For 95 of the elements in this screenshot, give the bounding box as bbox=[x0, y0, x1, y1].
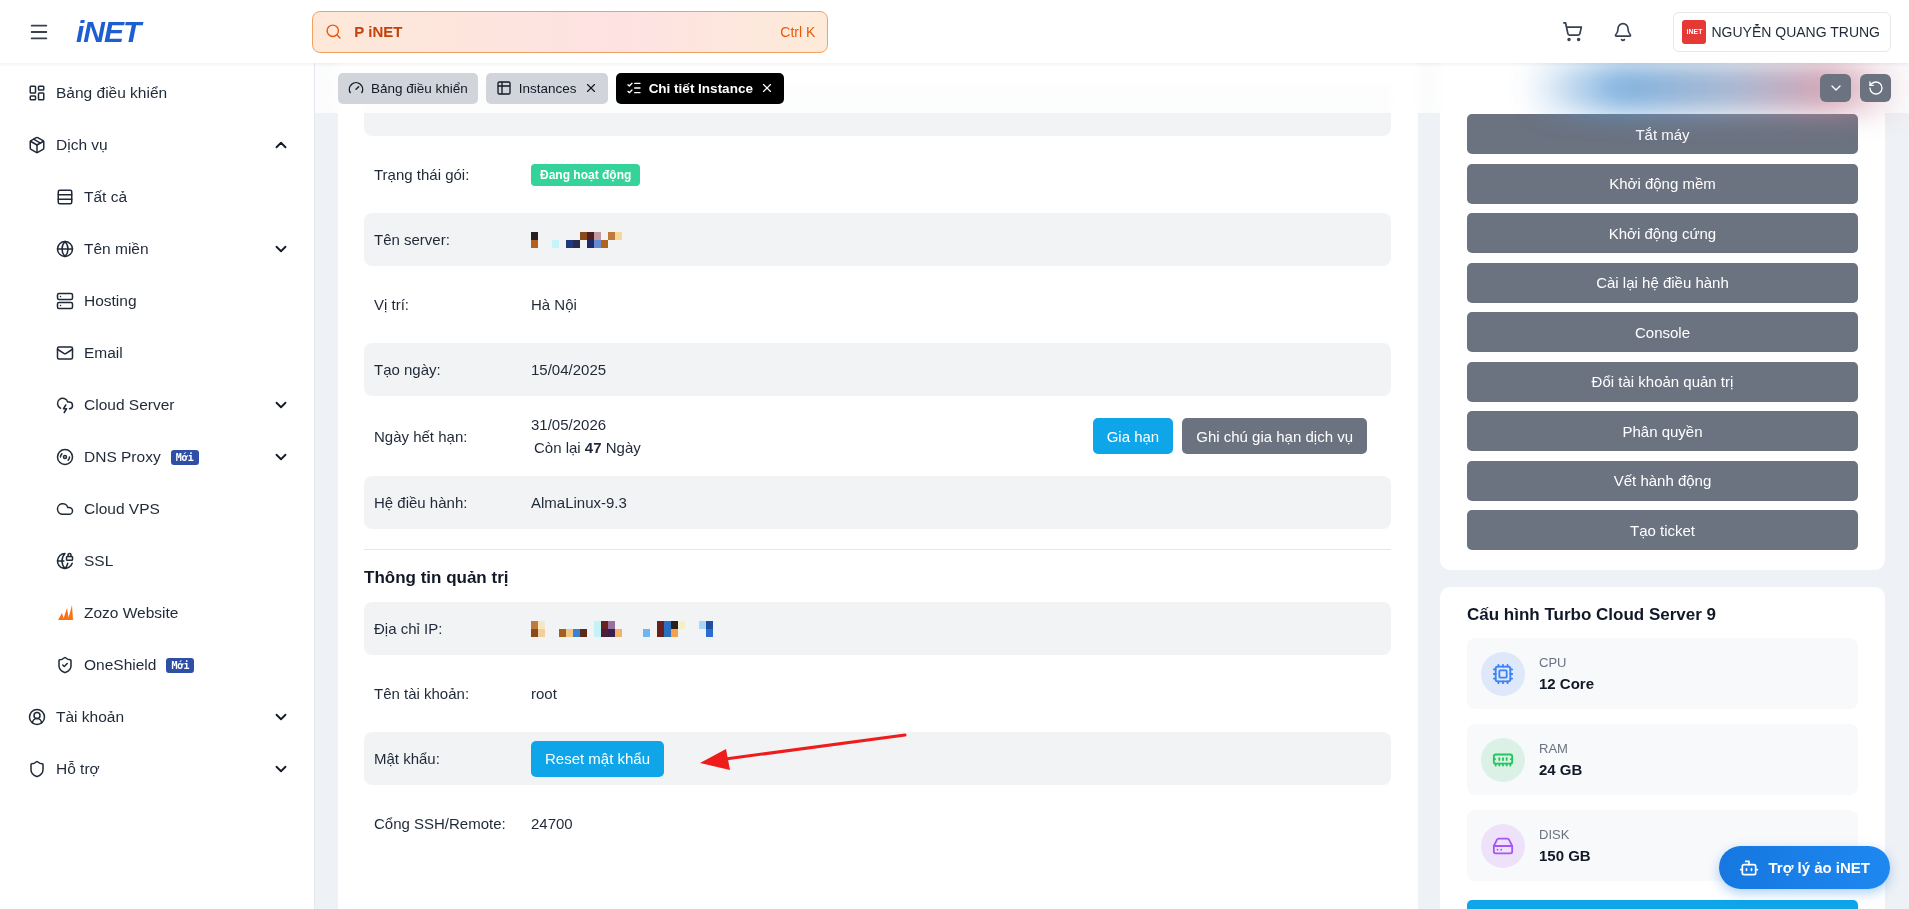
mail-icon bbox=[56, 344, 74, 362]
note-button[interactable]: Ghi chú gia hạn dịch vụ bbox=[1182, 418, 1367, 454]
action-button[interactable]: Tạo ticket bbox=[1467, 510, 1858, 550]
action-button[interactable]: Console bbox=[1467, 312, 1858, 352]
shield-icon bbox=[56, 656, 74, 674]
user-icon bbox=[28, 708, 46, 726]
new-badge: Mới bbox=[170, 449, 199, 465]
sidebar-item[interactable]: Tên miền bbox=[28, 223, 290, 275]
sidebar-item[interactable]: Bảng điều khiển bbox=[28, 67, 290, 119]
tab[interactable]: Bảng điều khiển bbox=[338, 72, 478, 104]
action-button[interactable]: Vết hành động bbox=[1467, 460, 1858, 501]
field-label: Trạng thái gói: bbox=[374, 166, 471, 183]
globe-lock-icon bbox=[56, 552, 74, 570]
action-button[interactable]: Khởi động cứng bbox=[1467, 213, 1858, 253]
sidebar-item[interactable]: SSL bbox=[28, 535, 290, 587]
sidebar-label: Bảng điều khiển bbox=[56, 84, 168, 102]
sidebar-label: Tài khoản bbox=[56, 708, 125, 726]
spec-label: CPU bbox=[1539, 655, 1568, 670]
field-label: Tên tài khoản: bbox=[374, 685, 471, 702]
sidebar-label: Cloud Server bbox=[84, 396, 175, 414]
sidebar-label: Hosting bbox=[84, 292, 137, 310]
table-icon bbox=[56, 188, 74, 206]
tab[interactable]: Chi tiết Instance bbox=[615, 72, 784, 104]
sidebar-item[interactable]: Hosting bbox=[28, 275, 290, 327]
grid-icon bbox=[28, 84, 46, 102]
notification-button[interactable] bbox=[1613, 21, 1634, 42]
field-label: Ngày hết hạn: bbox=[374, 427, 469, 445]
sidebar-item[interactable]: Hỗ trợ bbox=[28, 743, 290, 795]
field-value: root bbox=[531, 685, 557, 702]
sidebar-label: OneShield bbox=[84, 656, 157, 674]
sidebar-label: Cloud VPS bbox=[84, 500, 160, 518]
table-icon bbox=[495, 80, 512, 96]
remaining-days: Còn lại 47 Ngày bbox=[531, 439, 641, 456]
globe-icon bbox=[56, 240, 74, 258]
spec-value: 12 Core bbox=[1539, 675, 1595, 692]
sidebar-item[interactable]: Zozo Website bbox=[28, 587, 290, 639]
spec-label: DISK bbox=[1539, 827, 1571, 842]
sidebar-item[interactable]: Tất cả bbox=[28, 171, 290, 223]
new-badge: Mới bbox=[166, 657, 195, 673]
field-value: 24700 bbox=[531, 815, 573, 832]
field-label: Cổng SSH/Remote: bbox=[374, 815, 507, 832]
action-button[interactable]: Khởi động mềm bbox=[1467, 163, 1858, 204]
sidebar-item[interactable]: DNS Proxy Mới bbox=[28, 431, 290, 483]
sidebar-label: SSL bbox=[84, 552, 114, 570]
cart-button[interactable] bbox=[1562, 21, 1584, 42]
field-label: Mật khẩu: bbox=[374, 750, 441, 767]
shortcut-hint: Ctrl K bbox=[780, 23, 816, 40]
status-badge: Đang hoạt động bbox=[531, 163, 641, 186]
field-value: 15/04/2025 bbox=[531, 361, 607, 378]
search-icon bbox=[325, 23, 343, 40]
sidebar-label: Email bbox=[84, 344, 123, 362]
server-icon bbox=[56, 292, 74, 310]
action-button[interactable]: Tắt máy bbox=[1467, 114, 1858, 154]
field-value: Hà Nội bbox=[531, 296, 577, 313]
sidebar-item[interactable]: Dịch vụ bbox=[28, 119, 290, 171]
sidebar-item[interactable]: Cloud VPS bbox=[28, 483, 290, 535]
spec-value: 24 GB bbox=[1539, 761, 1583, 778]
disc-icon bbox=[56, 448, 74, 466]
action-button[interactable]: Cài lại hệ điều hành bbox=[1467, 262, 1858, 303]
refresh-button[interactable] bbox=[1860, 74, 1891, 102]
sidebar-label: DNS Proxy bbox=[84, 448, 161, 466]
box-icon bbox=[28, 136, 46, 154]
list-icon bbox=[625, 80, 642, 96]
sidebar-label: Tên miền bbox=[84, 240, 149, 258]
assistant-button[interactable]: Trợ lý ảo iNET bbox=[1719, 846, 1890, 889]
search-input[interactable]: P iNET bbox=[352, 22, 771, 41]
spec-label: RAM bbox=[1539, 741, 1569, 756]
field-label: Hệ điều hành: bbox=[374, 494, 469, 511]
spec-value: 150 GB bbox=[1539, 847, 1591, 864]
field-value: 31/05/2026 bbox=[531, 416, 608, 433]
sidebar-item[interactable]: OneShield Mới bbox=[28, 639, 290, 691]
cloud-icon bbox=[56, 396, 74, 414]
tab[interactable]: Instances bbox=[485, 72, 608, 104]
sidebar-label: Zozo Website bbox=[84, 604, 179, 622]
cloud-icon bbox=[56, 500, 74, 518]
sidebar-label: Hỗ trợ bbox=[56, 760, 100, 778]
sidebar-label: Dịch vụ bbox=[56, 136, 108, 154]
flame-icon bbox=[56, 604, 74, 622]
sidebar-item[interactable]: Cloud Server bbox=[28, 379, 290, 431]
sidebar-label: Tất cả bbox=[84, 188, 128, 206]
shield-icon bbox=[28, 760, 46, 778]
field-label: Tạo ngày: bbox=[374, 361, 442, 378]
field-value: AlmaLinux-9.3 bbox=[531, 494, 627, 511]
action-button[interactable]: Phân quyền bbox=[1467, 411, 1858, 451]
refresh-icon bbox=[1867, 80, 1884, 96]
field-label: Tên server: bbox=[374, 231, 451, 248]
section-title: Thông tin quản trị bbox=[364, 568, 510, 589]
sidebar-item[interactable]: Email bbox=[28, 327, 290, 379]
field-label: Địa chỉ IP: bbox=[374, 620, 444, 637]
gauge-icon bbox=[348, 80, 364, 96]
sidebar-item[interactable]: Tài khoản bbox=[28, 691, 290, 743]
card-title: Cấu hình Turbo Cloud Server 9 bbox=[1467, 605, 1718, 625]
field-label: Vị trí: bbox=[374, 296, 410, 313]
action-button[interactable]: Đổi tài khoản quản trị bbox=[1467, 361, 1858, 402]
dropdown-button[interactable] bbox=[1820, 74, 1851, 102]
